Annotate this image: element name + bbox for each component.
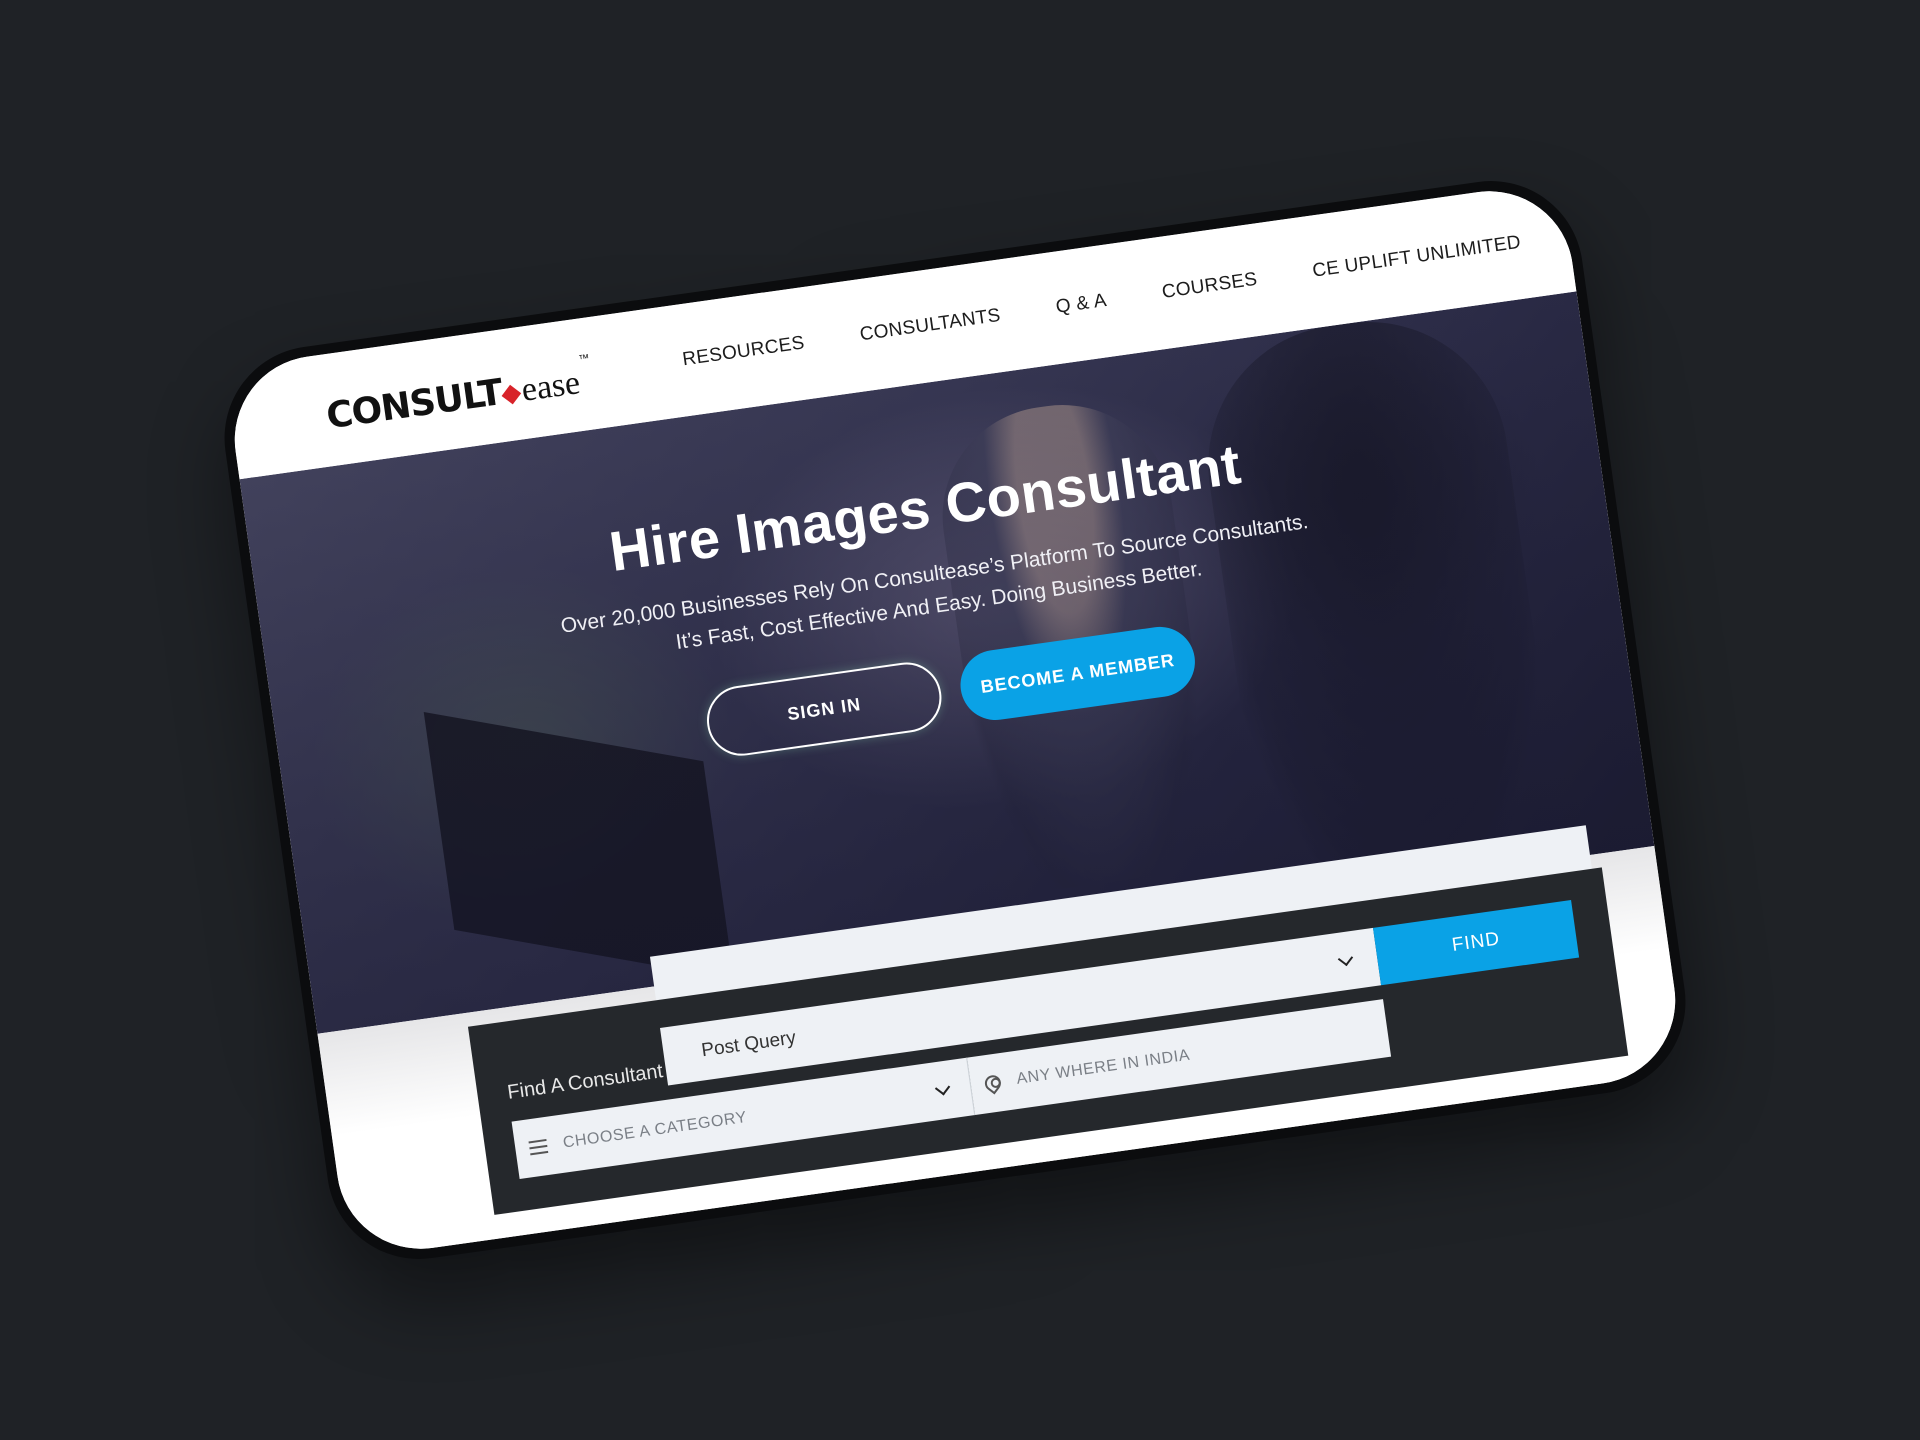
list-line	[529, 1144, 548, 1150]
find-button[interactable]: FIND	[1372, 900, 1580, 986]
nav-item-ce-uplift-unlimited[interactable]: CE UPLIFT UNLIMITED	[1311, 232, 1522, 283]
list-menu-icon[interactable]	[1579, 224, 1600, 242]
nav-item-qa[interactable]: Q & A	[1054, 290, 1108, 319]
category-placeholder: CHOOSE A CATEGORY	[561, 1108, 749, 1152]
nav-item-resources[interactable]: RESOURCES	[681, 332, 806, 371]
logo-mark-icon	[501, 384, 522, 405]
location-placeholder: ANY WHERE IN INDIA	[1015, 1046, 1192, 1088]
menu-line	[1580, 236, 1600, 242]
logo-text-consult: CONSULT	[323, 372, 505, 438]
find-consultant-label: Find A Consultant	[506, 1060, 665, 1104]
logo-text-ease: ease	[519, 364, 583, 409]
list-line	[530, 1150, 549, 1156]
logo-trademark: ™	[577, 352, 591, 366]
stage: CONSULT ease ™ RESOURCES CONSULTANTS Q &…	[0, 0, 1920, 1440]
tablet-screen: CONSULT ease ™ RESOURCES CONSULTANTS Q &…	[223, 180, 1687, 1260]
consultease-logo[interactable]: CONSULT ease ™	[322, 348, 595, 438]
tablet-device: CONSULT ease ™ RESOURCES CONSULTANTS Q &…	[212, 169, 1698, 1271]
menu-line	[1579, 224, 1598, 230]
list-line	[528, 1138, 547, 1144]
location-pin-icon	[981, 1072, 1005, 1095]
nav-item-courses[interactable]: COURSES	[1161, 269, 1259, 304]
nav-item-consultants[interactable]: CONSULTANTS	[858, 305, 1002, 347]
menu-line	[1580, 230, 1599, 236]
list-icon	[528, 1138, 549, 1156]
